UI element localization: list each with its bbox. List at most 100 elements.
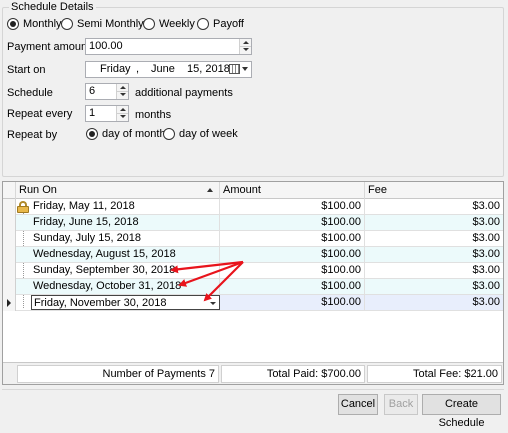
footer-total-fee: Total Fee: $21.00 bbox=[367, 365, 502, 383]
radio-label: day of month bbox=[102, 128, 166, 140]
column-header-fee[interactable]: Fee bbox=[365, 182, 503, 199]
date-separator: , bbox=[136, 63, 140, 75]
radio-semi-monthly[interactable]: Semi Monthly bbox=[61, 18, 144, 30]
radio-checked-icon bbox=[7, 18, 19, 30]
repeat-every-input[interactable]: 1 bbox=[85, 105, 129, 122]
cell-run-on: Wednesday, August 15, 2018 bbox=[31, 247, 220, 262]
radio-payoff[interactable]: Payoff bbox=[197, 18, 244, 30]
column-header-label: Run On bbox=[19, 184, 57, 196]
row-indicator bbox=[3, 247, 16, 263]
table-row[interactable]: Sunday, September 30, 2018 $100.00 $3.00 bbox=[3, 263, 503, 279]
grid-header: Run On Amount Fee bbox=[3, 182, 503, 199]
table-row-selected[interactable]: Friday, November 30, 2018 $100.00 $3.00 bbox=[3, 295, 503, 311]
radio-unchecked-icon bbox=[143, 18, 155, 30]
table-row[interactable]: Wednesday, August 15, 2018 $100.00 $3.00 bbox=[3, 247, 503, 263]
radio-unchecked-icon bbox=[197, 18, 209, 30]
lock-icon bbox=[17, 201, 29, 213]
radio-label: Payoff bbox=[213, 18, 244, 30]
current-row-pointer-icon bbox=[7, 299, 11, 307]
grid-footer: Number of Payments 7 Total Paid: $700.00… bbox=[3, 362, 503, 384]
cell-amount: $100.00 bbox=[220, 247, 365, 262]
radio-unchecked-icon bbox=[61, 18, 73, 30]
table-row[interactable]: Sunday, July 15, 2018 $100.00 $3.00 bbox=[3, 231, 503, 247]
cancel-button[interactable]: Cancel bbox=[338, 394, 378, 415]
radio-checked-icon bbox=[86, 128, 98, 140]
cell-amount: $100.00 bbox=[220, 199, 365, 214]
radio-unchecked-icon bbox=[163, 128, 175, 140]
cell-fee: $3.00 bbox=[472, 232, 500, 244]
date-month: June bbox=[151, 63, 175, 75]
radio-label: day of week bbox=[179, 128, 238, 140]
cell-fee: $3.00 bbox=[472, 264, 500, 276]
payment-amount-input[interactable]: 100.00 bbox=[85, 38, 252, 55]
radio-label: Monthly bbox=[23, 18, 62, 30]
payment-amount-value: 100.00 bbox=[89, 40, 123, 52]
schedule-count-input[interactable]: 6 bbox=[85, 83, 129, 100]
schedule-count-value: 6 bbox=[89, 85, 96, 97]
chevron-down-icon bbox=[242, 67, 248, 71]
cell-amount: $100.00 bbox=[220, 215, 365, 230]
row-indicator bbox=[3, 279, 16, 295]
footer-total-paid: Total Paid: $700.00 bbox=[221, 365, 365, 383]
row-indicator bbox=[3, 263, 16, 279]
date-day-year: 15, 2018 bbox=[187, 63, 230, 75]
date-weekday: Friday bbox=[100, 63, 131, 75]
repeat-every-label: Repeat every bbox=[7, 108, 73, 120]
cell-run-on: Sunday, September 30, 2018 bbox=[31, 263, 220, 278]
cell-run-on: Friday, June 15, 2018 bbox=[31, 215, 220, 230]
schedule-count-spinner[interactable] bbox=[116, 84, 128, 99]
row-indicator bbox=[3, 295, 16, 311]
table-row[interactable]: Wednesday, October 31, 2018 $100.00 $3.0… bbox=[3, 279, 503, 295]
group-title: Schedule Details bbox=[9, 1, 96, 13]
column-header-label: Fee bbox=[368, 184, 387, 196]
radio-monthly[interactable]: Monthly bbox=[7, 18, 62, 30]
cell-fee: $3.00 bbox=[365, 295, 503, 310]
footer-payment-count: Number of Payments 7 bbox=[17, 365, 219, 383]
back-button[interactable]: Back bbox=[384, 394, 418, 415]
payment-amount-label: Payment amount bbox=[7, 41, 91, 53]
row-indicator-header bbox=[3, 182, 16, 199]
cell-fee: $3.00 bbox=[472, 280, 500, 292]
radio-label: Weekly bbox=[159, 18, 195, 30]
repeat-every-suffix: months bbox=[135, 109, 172, 121]
cell-fee: $3.00 bbox=[472, 216, 500, 228]
divider bbox=[2, 389, 504, 390]
sort-ascending-icon bbox=[207, 188, 213, 192]
payment-amount-spinner[interactable] bbox=[239, 39, 251, 54]
radio-weekly[interactable]: Weekly bbox=[143, 18, 195, 30]
schedule-suffix: additional payments bbox=[135, 87, 233, 99]
payments-grid[interactable]: Run On Amount Fee Friday, May 11, 2018 $… bbox=[2, 181, 504, 385]
repeat-by-label: Repeat by bbox=[7, 129, 58, 141]
cell-amount: $100.00 bbox=[220, 295, 365, 310]
column-header-run-on[interactable]: Run On bbox=[16, 182, 220, 199]
cell-run-on: Sunday, July 15, 2018 bbox=[31, 231, 220, 246]
cell-amount: $100.00 bbox=[220, 231, 365, 246]
radio-label: Semi Monthly bbox=[77, 18, 144, 30]
repeat-every-value: 1 bbox=[89, 107, 96, 119]
row-indicator bbox=[3, 215, 16, 231]
cell-run-on: Friday, May 11, 2018 bbox=[31, 199, 220, 214]
start-on-date-picker[interactable]: Friday , June 15, 2018 bbox=[85, 61, 252, 78]
cell-fee: $3.00 bbox=[472, 200, 500, 212]
column-header-amount[interactable]: Amount bbox=[220, 182, 365, 199]
radio-day-of-week[interactable]: day of week bbox=[163, 128, 238, 140]
radio-day-of-month[interactable]: day of month bbox=[86, 128, 166, 140]
repeat-every-spinner[interactable] bbox=[116, 106, 128, 121]
cell-amount: $100.00 bbox=[220, 279, 365, 294]
cell-run-on-value: Friday, November 30, 2018 bbox=[34, 297, 167, 309]
column-header-label: Amount bbox=[223, 184, 261, 196]
cell-fee: $3.00 bbox=[472, 248, 500, 260]
start-on-label: Start on bbox=[7, 64, 46, 76]
create-schedule-button[interactable]: Create Schedule bbox=[422, 394, 501, 429]
calendar-icon bbox=[229, 64, 240, 74]
schedule-details-group: Schedule Details bbox=[2, 1, 504, 177]
schedule-label: Schedule bbox=[7, 87, 53, 99]
table-row[interactable]: Friday, June 15, 2018 $100.00 $3.00 bbox=[3, 215, 503, 231]
cell-run-on-editor[interactable]: Friday, November 30, 2018 bbox=[31, 295, 220, 310]
row-indicator bbox=[3, 231, 16, 247]
table-row[interactable]: Friday, May 11, 2018 $100.00 $3.00 bbox=[3, 199, 503, 215]
cell-run-on: Wednesday, October 31, 2018 bbox=[31, 279, 220, 294]
chevron-down-icon[interactable] bbox=[210, 302, 216, 305]
row-indicator bbox=[3, 199, 16, 215]
calendar-dropdown-button[interactable] bbox=[229, 63, 249, 76]
